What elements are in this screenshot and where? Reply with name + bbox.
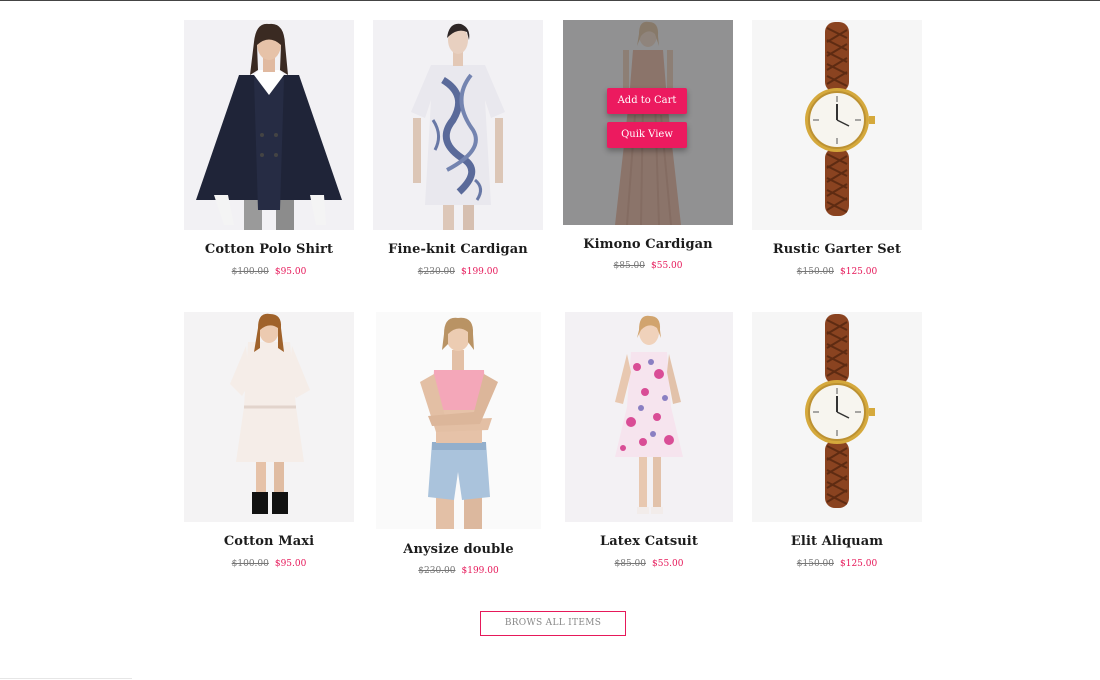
product-price: $85.00 $55.00 (563, 261, 733, 271)
product-price: $230.00 $199.00 (376, 566, 541, 576)
sale-price: $95.00 (274, 559, 307, 569)
old-price: $100.00 (231, 267, 269, 277)
old-price: $85.00 (613, 261, 646, 271)
old-price: $150.00 (796, 267, 834, 277)
product-card[interactable]: Rustic Garter Set $150.00 $125.00 (752, 20, 922, 282)
product-card[interactable]: Add to Cart Quik View Kimono Cardigan $8… (563, 20, 733, 282)
product-image[interactable] (565, 312, 733, 522)
product-price: $230.00 $199.00 (373, 267, 543, 277)
old-price: $85.00 (614, 559, 647, 569)
add-to-cart-button[interactable]: Add to Cart (607, 88, 687, 114)
browse-all-items-button[interactable]: BROWS ALL ITEMS (480, 611, 626, 636)
product-price: $150.00 $125.00 (752, 559, 922, 569)
product-image[interactable]: Add to Cart Quik View (563, 20, 733, 225)
sale-price: $95.00 (274, 267, 307, 277)
sale-price: $125.00 (840, 267, 878, 277)
sale-price: $55.00 (651, 261, 683, 271)
product-image[interactable] (184, 312, 354, 522)
product-name[interactable]: Cotton Polo Shirt (184, 242, 354, 257)
product-card[interactable]: Cotton Maxi $100.00 $95.00 (184, 312, 354, 574)
product-name[interactable]: Anysize double (376, 542, 541, 557)
product-name[interactable]: Rustic Garter Set (752, 242, 922, 257)
old-price: $150.00 (796, 559, 834, 569)
product-card[interactable]: Fine-knit Cardigan $230.00 $199.00 (373, 20, 543, 282)
product-price: $85.00 $55.00 (565, 559, 733, 569)
product-image[interactable] (373, 20, 543, 230)
top-divider (0, 0, 1100, 1)
bottom-divider (0, 678, 132, 679)
product-image[interactable] (752, 312, 922, 522)
product-card[interactable]: Anysize double $230.00 $199.00 (376, 312, 541, 582)
product-name[interactable]: Latex Catsuit (565, 534, 733, 549)
product-card[interactable]: Latex Catsuit $85.00 $55.00 (565, 312, 733, 574)
quick-view-button[interactable]: Quik View (607, 122, 687, 148)
product-card[interactable]: Cotton Polo Shirt $100.00 $95.00 (184, 20, 354, 282)
sale-price: $199.00 (461, 566, 499, 576)
product-image[interactable] (752, 20, 922, 230)
old-price: $100.00 (231, 559, 269, 569)
product-card[interactable]: Elit Aliquam $150.00 $125.00 (752, 312, 922, 574)
old-price: $230.00 (417, 267, 455, 277)
product-price: $150.00 $125.00 (752, 267, 922, 277)
product-name[interactable]: Kimono Cardigan (563, 237, 733, 252)
product-price: $100.00 $95.00 (184, 559, 354, 569)
product-name[interactable]: Fine-knit Cardigan (373, 242, 543, 257)
sale-price: $125.00 (840, 559, 878, 569)
product-image[interactable] (184, 20, 354, 230)
product-name[interactable]: Elit Aliquam (752, 534, 922, 549)
old-price: $230.00 (418, 566, 456, 576)
product-image[interactable] (376, 312, 541, 529)
product-name[interactable]: Cotton Maxi (184, 534, 354, 549)
product-price: $100.00 $95.00 (184, 267, 354, 277)
sale-price: $55.00 (652, 559, 684, 569)
sale-price: $199.00 (461, 267, 499, 277)
